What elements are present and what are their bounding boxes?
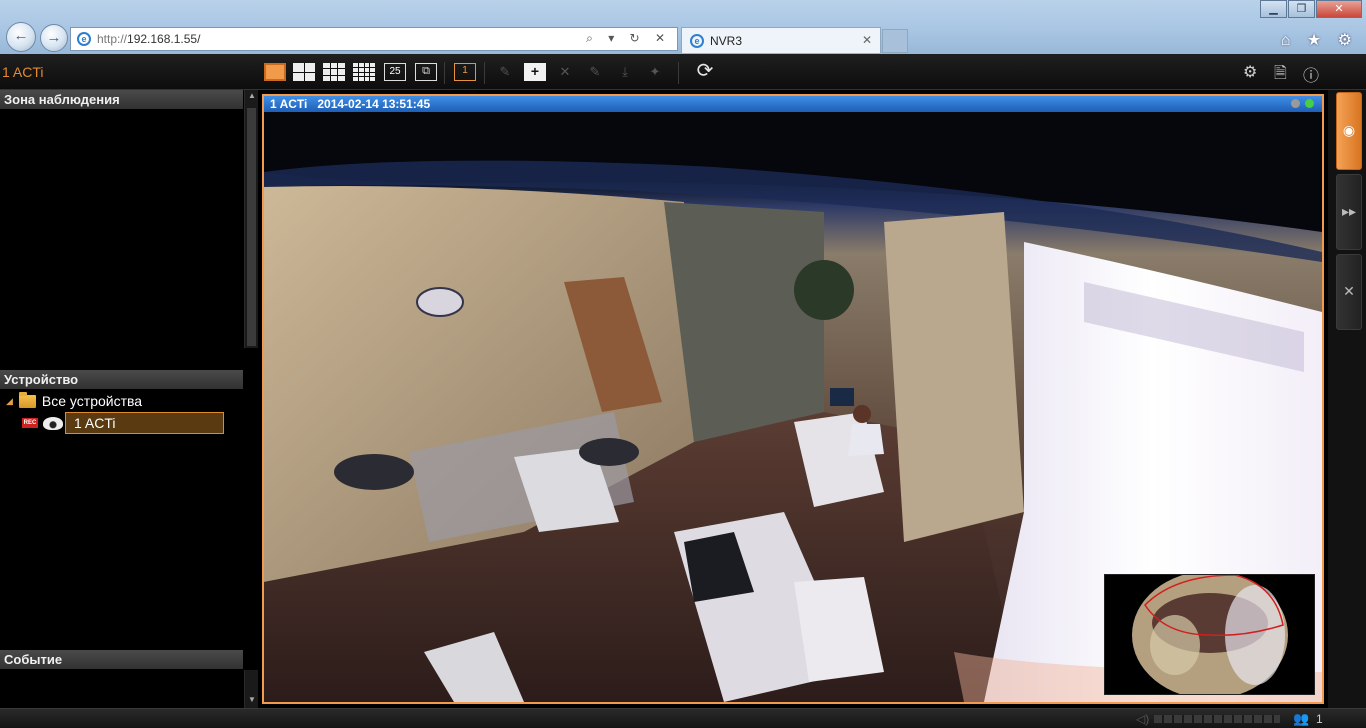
layout-2x2-button[interactable] [293,63,315,81]
users-icon: 👥 [1293,711,1310,726]
forward-button[interactable]: → [40,24,68,52]
all-devices-label: Все устройства [41,393,143,409]
address-tools-icons[interactable]: ⌕ ▾ ↻ ✕ [586,31,671,46]
tree-item-all-devices[interactable]: ◢ Все устройства [6,391,143,409]
toolbar-divider [444,62,445,84]
save-view-icon[interactable]: ⤓ [614,63,636,81]
ie-icon: e [77,32,91,46]
back-button[interactable]: ← [6,22,36,52]
tab-live-view[interactable]: ◉ [1336,92,1362,170]
refresh-icon[interactable]: ⟳ [694,61,716,81]
device-header[interactable]: Устройство [0,370,243,389]
layout-3x3-button[interactable] [323,63,345,81]
right-tab-rail: ◉ ▸▸ ✕ [1328,90,1366,708]
url-prefix: http:// [97,32,128,46]
layout-4x4-button[interactable] [353,63,375,81]
tab-title: NVR3 [710,33,743,48]
users-count: 1 [1316,712,1323,726]
video-title-bar: 1 ACTi 2014-02-14 13:51:45 [264,96,1322,112]
app-title: 1 ACTi [2,64,44,80]
volume-slider[interactable] [1154,715,1280,723]
status-bar: ◁) 👥 1 [0,708,1366,728]
address-url[interactable]: http://192.168.1.55/ [97,32,200,46]
fisheye-overview-pip[interactable] [1104,574,1315,695]
address-bar[interactable]: e http://192.168.1.55/ ⌕ ▾ ↻ ✕ [70,27,678,51]
add-view-button[interactable]: + [524,63,546,81]
info-icon[interactable]: ⓘ [1303,62,1319,86]
fisheye-overview-image [1132,575,1288,694]
document-icon[interactable]: 🗎 [1274,62,1287,89]
app-toolbar: 1 ACTi 25 ⧉ 1 ✎ + ✕ ✎ ⤓ ✦ ⟳ ⚙ 🗎 ⓘ [0,54,1366,90]
sequence-layout-icon[interactable]: ⧉ [415,63,437,81]
camera-live-view[interactable] [264,112,1322,702]
tab-nvr3[interactable]: e NVR3 ✕ [681,27,881,53]
layout-1x1-button[interactable] [264,63,286,81]
delete-view-icon[interactable]: ✕ [554,63,576,81]
browser-chrome: ← → e http://192.168.1.55/ ⌕ ▾ ↻ ✕ e NVR… [0,0,1366,54]
minimize-button[interactable]: ▁ [1260,0,1287,18]
fisheye-camera-icon [43,417,63,430]
scroll-up-icon[interactable]: ▲ [245,90,259,102]
scroll-down-icon[interactable]: ▼ [245,694,259,706]
single-view-button[interactable]: 1 [454,63,476,81]
event-header[interactable]: Событие [0,650,243,669]
settings-icon[interactable]: ⚙ [1243,62,1257,82]
camera-name-label: 1 ACTi [270,97,308,111]
event-scrollbar[interactable]: ▼ [244,670,258,708]
toolbar-divider [484,62,485,84]
recording-status-icon [1291,99,1300,108]
tab-setup[interactable]: ✕ [1336,254,1362,330]
tab-close-icon[interactable]: ✕ [862,33,872,47]
ie-tab-icon: e [690,33,704,48]
layout-25-button[interactable]: 25 [384,63,406,81]
tab-playback[interactable]: ▸▸ [1336,174,1362,250]
edit-view-icon[interactable]: ✎ [494,63,516,81]
camera-timestamp: 2014-02-14 13:51:45 [317,97,431,111]
connection-status-icon [1305,99,1314,108]
url-host: 192.168.1.55/ [127,32,201,46]
home-favorites-tools-icons[interactable]: ⌂ ★ ⚙ [1281,30,1358,50]
volume-icon[interactable]: ◁) [1136,712,1149,726]
folder-icon [18,391,36,408]
clear-view-icon[interactable]: ✦ [644,63,666,81]
surveillance-scrollbar[interactable]: ▲ [244,90,258,348]
new-tab-button[interactable] [882,29,908,53]
rename-view-icon[interactable]: ✎ [584,63,606,81]
tree-item-device-1-acti[interactable]: 1 ACTi [65,412,224,434]
tree-expand-icon[interactable]: ◢ [6,396,13,407]
close-window-button[interactable]: ✕ [1316,0,1362,18]
rec-badge-icon: REC [22,418,38,428]
surveillance-zone-header[interactable]: Зона наблюдения [0,90,243,109]
toolbar-divider [678,62,679,84]
video-channel-frame[interactable]: 1 ACTi 2014-02-14 13:51:45 [262,94,1324,704]
maximize-button[interactable]: ❐ [1288,0,1315,18]
left-panel: Зона наблюдения ▲ Устройство ◢ Все устро… [0,90,259,708]
scroll-thumb[interactable] [247,108,256,346]
